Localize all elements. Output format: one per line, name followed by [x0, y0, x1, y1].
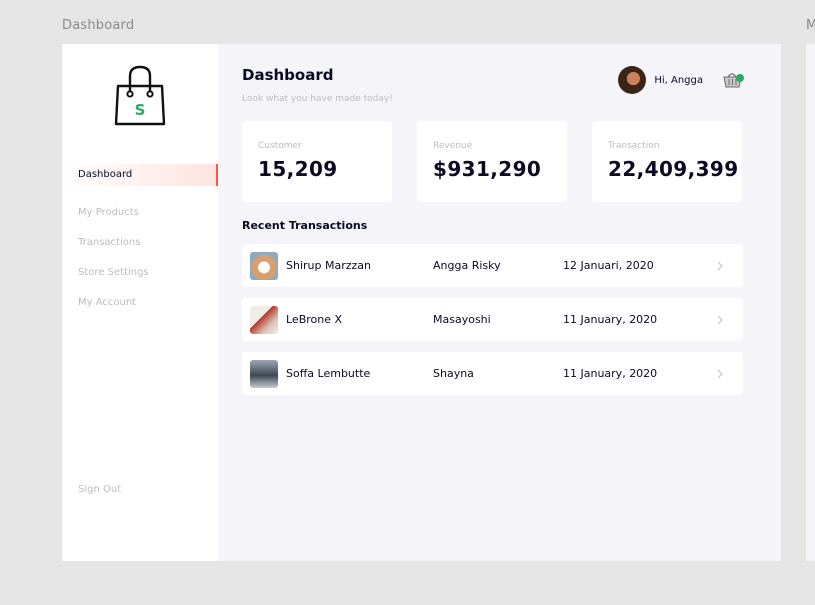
stat-label: Revenue: [433, 141, 473, 151]
buyer-name: Shayna: [433, 367, 474, 380]
next-frame-edge: [806, 44, 815, 561]
user-greeting: Hi, Angga: [654, 74, 703, 86]
user-menu[interactable]: Hi, Angga: [618, 66, 745, 94]
stat-card-customer: Customer 15,209: [242, 121, 392, 202]
stat-value: 15,209: [258, 157, 338, 181]
chevron-right-icon[interactable]: [715, 315, 725, 325]
sidebar-item-store-settings[interactable]: Store Settings: [62, 258, 218, 288]
transaction-date: 11 January, 2020: [563, 367, 658, 380]
chevron-right-icon[interactable]: [715, 261, 725, 271]
product-thumbnail: [250, 359, 278, 388]
sidebar-item-my-products[interactable]: My Products: [62, 198, 218, 228]
sign-out-link[interactable]: Sign Out: [78, 484, 121, 495]
buyer-name: Masayoshi: [433, 313, 491, 326]
transaction-date: 12 Januari, 2020: [563, 259, 654, 272]
recent-transactions-title: Recent Transactions: [242, 219, 368, 232]
sidebar-nav: Dashboard My Products Transactions Store…: [62, 164, 218, 318]
sidebar-item-dashboard[interactable]: Dashboard: [62, 164, 218, 186]
transaction-list: Shirup Marzzan Angga Risky 12 Januari, 2…: [242, 244, 743, 406]
sidebar: S Dashboard My Products Transactions Sto…: [62, 44, 218, 561]
product-name: Soffa Lembutte: [286, 367, 371, 380]
transaction-date: 11 January, 2020: [563, 313, 658, 326]
cart-icon[interactable]: [723, 71, 745, 89]
logo-letter: S: [135, 101, 146, 119]
buyer-name: Angga Risky: [433, 259, 501, 272]
sidebar-item-my-account[interactable]: My Account: [62, 288, 218, 318]
stat-label: Customer: [258, 141, 302, 151]
stat-label: Transaction: [608, 141, 660, 151]
transaction-row[interactable]: Soffa Lembutte Shayna 11 January, 2020: [242, 352, 743, 395]
stat-card-revenue: Revenue $931,290: [417, 121, 567, 202]
dashboard-window: S Dashboard My Products Transactions Sto…: [62, 44, 781, 561]
transaction-row[interactable]: LeBrone X Masayoshi 11 January, 2020: [242, 298, 743, 341]
chevron-right-icon[interactable]: [715, 369, 725, 379]
product-name: Shirup Marzzan: [286, 259, 371, 272]
product-thumbnail: [250, 305, 278, 334]
stat-card-transaction: Transaction 22,409,399: [592, 121, 742, 202]
frame-label: Dashboard: [62, 18, 135, 33]
stat-value: 22,409,399: [608, 157, 739, 181]
page-subtitle: Look what you have made today!: [242, 94, 393, 104]
transaction-row[interactable]: Shirup Marzzan Angga Risky 12 Januari, 2…: [242, 244, 743, 287]
stat-value: $931,290: [433, 157, 542, 181]
shopping-bag-icon[interactable]: S: [112, 64, 168, 128]
stats-row: Customer 15,209 Revenue $931,290 Transac…: [242, 121, 742, 202]
sidebar-item-transactions[interactable]: Transactions: [62, 228, 218, 258]
main-content: Dashboard Look what you have made today!…: [218, 44, 781, 561]
page-title: Dashboard: [242, 66, 334, 84]
product-thumbnail: [250, 251, 278, 280]
product-name: LeBrone X: [286, 313, 343, 326]
avatar[interactable]: [618, 66, 647, 94]
next-frame-label: M: [806, 18, 815, 33]
